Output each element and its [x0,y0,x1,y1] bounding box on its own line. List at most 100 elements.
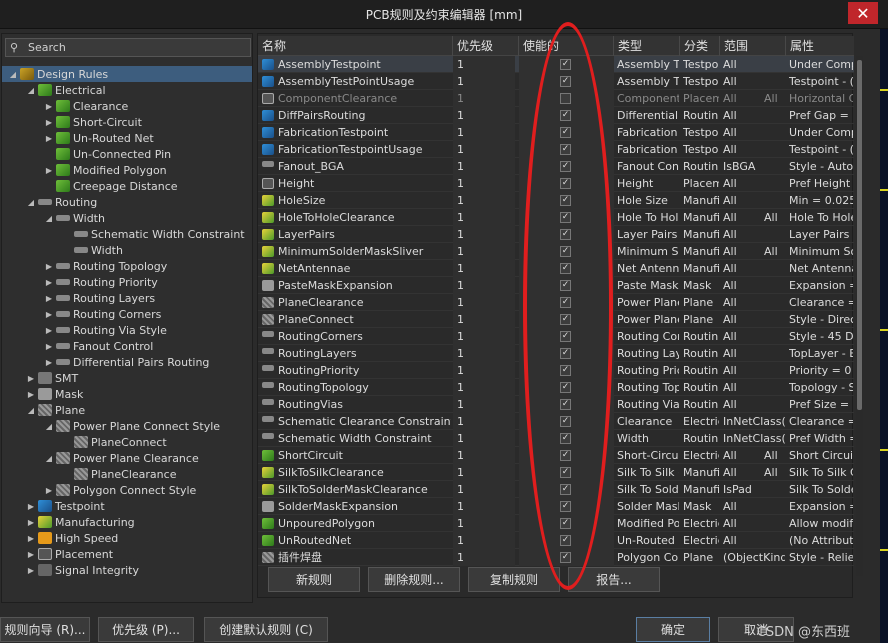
enabled-checkbox[interactable]: ✓ [560,110,571,121]
table-row[interactable]: Schematic Clearance Constraint 1 ✓ Clear… [258,413,854,430]
rule-priority[interactable]: 1 [457,73,507,90]
tree-node[interactable]: ▶ Routing Priority [2,274,252,290]
delete-rule-button[interactable]: 删除规则... [368,567,460,592]
table-row[interactable]: SilkToSolderMaskClearance 1 ✓ Silk To So… [258,481,854,498]
collapsed-arrow-icon[interactable]: ▶ [44,294,54,303]
enabled-checkbox[interactable]: ✓ [560,76,571,87]
rule-priority[interactable]: 1 [457,124,507,141]
table-row[interactable]: FabricationTestpoint 1 ✓ Fabrication T T… [258,124,854,141]
collapsed-arrow-icon[interactable]: ▶ [44,486,54,495]
rule-priority[interactable]: 1 [457,481,507,498]
tree-node[interactable]: ◢ Power Plane Clearance [2,450,252,466]
enabled-checkbox[interactable]: ✓ [560,467,571,478]
collapsed-arrow-icon[interactable]: ▶ [26,518,36,527]
rule-priority[interactable]: 1 [457,345,507,362]
rule-priority[interactable]: 1 [457,243,507,260]
new-rule-button[interactable]: 新规则 [268,567,360,592]
collapsed-arrow-icon[interactable]: ▶ [26,566,36,575]
table-row[interactable]: RoutingLayers 1 ✓ Routing Lay Routin All… [258,345,854,362]
enabled-checkbox[interactable]: ✓ [560,433,571,444]
enabled-checkbox[interactable]: ✓ [560,246,571,257]
collapsed-arrow-icon[interactable]: ▶ [44,102,54,111]
table-row[interactable]: SilkToSilkClearance 1 ✓ Silk To Silk ( M… [258,464,854,481]
enabled-checkbox[interactable]: ✓ [560,59,571,70]
tree-node[interactable]: ▶ Routing Layers [2,290,252,306]
collapsed-arrow-icon[interactable]: ▶ [44,358,54,367]
rule-priority[interactable]: 1 [457,464,507,481]
collapsed-arrow-icon[interactable]: ▶ [44,262,54,271]
collapsed-arrow-icon[interactable]: ▶ [44,166,54,175]
table-row[interactable]: FabricationTestpointUsage 1 ✓ Fabricatio… [258,141,854,158]
rule-priority[interactable]: 1 [457,294,507,311]
tree-node[interactable]: ◢ Routing [2,194,252,210]
tree-node[interactable]: Creepage Distance [2,178,252,194]
enabled-checkbox[interactable]: ✓ [560,450,571,461]
tree-node[interactable]: ▶ Placement [2,546,252,562]
tree-node[interactable]: ▶ Clearance [2,98,252,114]
rule-priority[interactable]: 1 [457,430,507,447]
collapsed-arrow-icon[interactable]: ▶ [44,134,54,143]
enabled-checkbox[interactable]: ✓ [560,501,571,512]
rule-priority[interactable]: 1 [457,362,507,379]
table-row[interactable]: ShortCircuit 1 ✓ Short-Circui Electric A… [258,447,854,464]
expanded-arrow-icon[interactable]: ◢ [44,422,54,431]
close-button[interactable]: ✕ [848,2,878,24]
collapsed-arrow-icon[interactable]: ▶ [44,118,54,127]
enabled-checkbox[interactable]: ✓ [560,229,571,240]
table-row[interactable]: AssemblyTestPointUsage 1 ✓ Assembly Te T… [258,73,854,90]
expanded-arrow-icon[interactable]: ◢ [26,86,36,95]
table-row[interactable]: Fanout_BGA 1 ✓ Fanout Con Routin IsBGA S… [258,158,854,175]
table-row[interactable]: LayerPairs 1 ✓ Layer Pairs Manufi All La… [258,226,854,243]
rule-priority[interactable]: 1 [457,56,507,73]
table-row[interactable]: DiffPairsRouting 1 ✓ Differential Routin… [258,107,854,124]
table-row[interactable]: AssemblyTestpoint 1 ✓ Assembly Te Testpo… [258,56,854,73]
enabled-checkbox[interactable]: ✓ [560,127,571,138]
rule-priority[interactable]: 1 [457,311,507,328]
table-row[interactable]: PlaneConnect 1 ✓ Power Plane Plane All S… [258,311,854,328]
expanded-arrow-icon[interactable]: ◢ [44,454,54,463]
table-row[interactable]: UnpouredPolygon 1 ✓ Modified Po Electric… [258,515,854,532]
rule-priority[interactable]: 1 [457,158,507,175]
collapsed-arrow-icon[interactable]: ▶ [44,278,54,287]
ok-button[interactable]: 确定 [636,617,710,642]
table-row[interactable]: RoutingCorners 1 ✓ Routing Cor Routin Al… [258,328,854,345]
table-row[interactable]: PlaneClearance 1 ✓ Power Plane Plane All… [258,294,854,311]
expanded-arrow-icon[interactable]: ◢ [26,406,36,415]
enabled-checkbox[interactable]: ✓ [560,518,571,529]
table-row[interactable]: HoleSize 1 ✓ Hole Size Manufi All Min = … [258,192,854,209]
header-scope[interactable]: 范围 [720,36,786,56]
collapsed-arrow-icon[interactable]: ▶ [26,534,36,543]
enabled-checkbox[interactable]: ✓ [560,416,571,427]
tree-node[interactable]: ◢ Design Rules [2,66,252,82]
rule-priority[interactable]: 1 [457,260,507,277]
create-default-rules-button[interactable]: 创建默认规则 (C) [204,617,328,642]
enabled-checkbox[interactable]: ✓ [560,484,571,495]
table-row[interactable]: RoutingPriority 1 ✓ Routing Pric Routin … [258,362,854,379]
rule-wizard-button[interactable]: 规则向导 (R)... [0,617,90,642]
enabled-checkbox[interactable]: ✓ [560,161,571,172]
rule-priority[interactable]: 1 [457,328,507,345]
table-row[interactable]: RoutingTopology 1 ✓ Routing Top Routin A… [258,379,854,396]
rule-priority[interactable]: 1 [457,532,507,549]
tree-node[interactable]: Width [2,242,252,258]
header-priority[interactable]: 优先级 [453,36,519,56]
table-row[interactable]: UnRoutedNet 1 ✓ Un-Routed I Electric All… [258,532,854,549]
enabled-checkbox[interactable]: ✓ [560,382,571,393]
rule-priority[interactable]: 1 [457,209,507,226]
copy-rule-button[interactable]: 复制规则 [468,567,560,592]
table-row[interactable]: NetAntennae 1 ✓ Net Antenna Manufi All N… [258,260,854,277]
enabled-checkbox[interactable]: ✓ [560,297,571,308]
expanded-arrow-icon[interactable]: ◢ [8,70,18,79]
rule-priority[interactable]: 1 [457,277,507,294]
table-row[interactable]: 插件焊盘 1 ✓ Polygon Cor Plane (ObjectKind S… [258,549,854,566]
tree-node[interactable]: Un-Connected Pin [2,146,252,162]
priority-button[interactable]: 优先级 (P)... [98,617,194,642]
rule-priority[interactable]: 1 [457,175,507,192]
tree-node[interactable]: ◢ Electrical [2,82,252,98]
search-box[interactable]: ⚲ Search [5,38,251,57]
rule-priority[interactable]: 1 [457,549,507,566]
tree-node[interactable]: ▶ Testpoint [2,498,252,514]
expanded-arrow-icon[interactable]: ◢ [26,198,36,207]
scrollbar-thumb[interactable] [857,60,862,410]
rule-priority[interactable]: 1 [457,498,507,515]
